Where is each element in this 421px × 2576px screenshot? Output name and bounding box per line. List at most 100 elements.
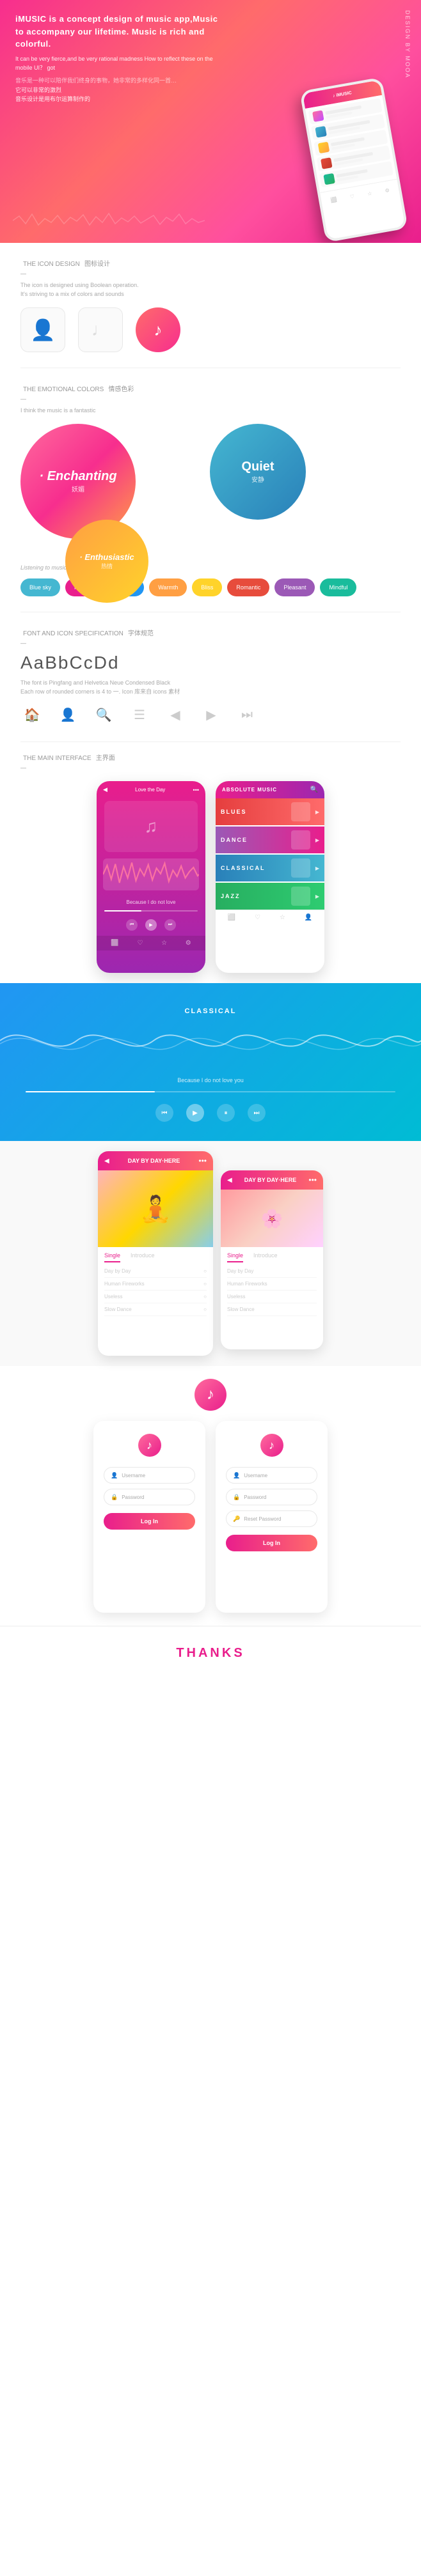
- playlist-item-1[interactable]: Day by Day ○: [104, 1265, 207, 1278]
- user-icon-2: 👤: [233, 1472, 240, 1479]
- day2-hero-image: 🌸: [221, 1190, 323, 1247]
- search-icon[interactable]: 🔍: [310, 786, 318, 793]
- big-next-button[interactable]: ⏭: [248, 1104, 266, 1122]
- list-nav-star[interactable]: ☆: [280, 914, 285, 921]
- player-controls: ⏮ ▶ ⏭: [97, 914, 205, 936]
- day2-tab-single[interactable]: Single: [227, 1252, 243, 1262]
- day-header-2: ◀ DAY BY DAY·HERE •••: [221, 1170, 323, 1190]
- login1-note-icon: ♪: [147, 1439, 152, 1452]
- day2-dots-icon[interactable]: •••: [308, 1175, 317, 1184]
- song-title-2: Human Fireworks: [104, 1281, 145, 1287]
- big-pause-button[interactable]: ⏸: [217, 1104, 235, 1122]
- genre-dance-label: DANCE: [221, 837, 248, 843]
- blues-thumb: [291, 802, 310, 821]
- login-button-1[interactable]: Log In: [104, 1513, 195, 1530]
- player-menu-icon[interactable]: •••: [193, 787, 199, 793]
- hero-waveform: [13, 211, 205, 230]
- phone-pair: ◀ DAY BY DAY·HERE ••• 🧘 Single Introduce…: [13, 1151, 408, 1356]
- jazz-thumb: [291, 887, 310, 906]
- big-player-title: CLASSICAL: [0, 1002, 421, 1015]
- icon-design-sub: —: [20, 270, 401, 277]
- genre-classical[interactable]: CLASSICAL: [216, 855, 324, 881]
- day-header-1: ◀ DAY BY DAY·HERE •••: [98, 1151, 213, 1170]
- hero-section: iMUSIC is a concept design of music app,…: [0, 0, 421, 243]
- day-tabs: Single Introduce: [98, 1247, 213, 1262]
- song-title-4: Slow Dance: [104, 1307, 132, 1312]
- password-placeholder: Password: [122, 1494, 144, 1500]
- icon-design-desc2: It's striving to a mix of colors and sou…: [20, 291, 401, 297]
- username-input-2[interactable]: 👤 Username: [226, 1467, 317, 1484]
- nav-heart-icon[interactable]: ♡: [137, 940, 143, 947]
- nav-home-icon[interactable]: ⬜: [111, 940, 118, 947]
- day-screen-1: ◀ DAY BY DAY·HERE ••• 🧘 Single Introduce…: [98, 1151, 213, 1356]
- login-logo-icon: ♪: [195, 1379, 226, 1411]
- icon-design-desc1: The icon is designed using Boolean opera…: [20, 282, 401, 288]
- circles-container: · Enchanting 妖媚 · Enthusiastic 热情 Quiet …: [20, 424, 401, 552]
- nav-settings-icon[interactable]: ⚙: [186, 940, 191, 947]
- nav-star-icon[interactable]: ☆: [161, 940, 167, 947]
- lock-icon: 🔒: [111, 1494, 118, 1501]
- player-title: Love the Day: [107, 787, 193, 793]
- playlist-item-4[interactable]: Slow Dance ○: [104, 1303, 207, 1316]
- day2-item-2[interactable]: Human Fireworks: [227, 1278, 317, 1291]
- album-art: ♫: [104, 801, 198, 852]
- day2-playlist: Day by Day Human Fireworks Useless Slow …: [221, 1262, 323, 1319]
- user-icon: 👤: [111, 1472, 118, 1479]
- list-nav-heart[interactable]: ♡: [255, 914, 260, 921]
- day2-item-4[interactable]: Slow Dance: [227, 1303, 317, 1316]
- day-hero-image: 🧘: [98, 1170, 213, 1247]
- day-dots-icon[interactable]: •••: [198, 1156, 207, 1165]
- day2-item-3[interactable]: Useless: [227, 1291, 317, 1303]
- password-input-1[interactable]: 🔒 Password: [104, 1489, 195, 1505]
- player-back-icon[interactable]: ◀: [103, 786, 107, 793]
- genre-jazz-label: JAZZ: [221, 893, 241, 899]
- big-player-progress-bar[interactable]: [26, 1091, 395, 1092]
- hero-phone: ♪ iMUSIC: [261, 19, 415, 243]
- playlist-item-2[interactable]: Human Fireworks ○: [104, 1278, 207, 1291]
- emotional-colors-section: THE EMOTIONAL COLORS 情感色彩 — I think the …: [0, 368, 421, 612]
- icon-design-title-cn: 图标设计: [84, 261, 110, 268]
- icon-design-title: THE ICON DESIGN 图标设计: [20, 258, 401, 268]
- player-progress[interactable]: [104, 910, 198, 912]
- day-screen-2: ◀ DAY BY DAY·HERE ••• 🌸 Single Introduce…: [221, 1170, 323, 1349]
- spec-icon-person: 👤: [56, 703, 79, 726]
- username-input-1[interactable]: 👤 Username: [104, 1467, 195, 1484]
- color-tag-mindful: Mindful: [320, 578, 356, 596]
- interface-title-cn: 主界面: [96, 755, 115, 762]
- list-nav-home[interactable]: ⬜: [228, 914, 235, 921]
- day2-back-icon[interactable]: ◀: [227, 1177, 232, 1184]
- list-header-title: ABSOLUTE MUSIC: [222, 787, 277, 793]
- enthusiastic-label-cn: 热情: [101, 562, 113, 570]
- reset-input[interactable]: 🔑 Reset Password: [226, 1510, 317, 1527]
- prev-button[interactable]: ⏮: [126, 919, 138, 931]
- playlist-item-3[interactable]: Useless ○: [104, 1291, 207, 1303]
- song-duration-3: ○: [203, 1294, 207, 1300]
- login-button-2[interactable]: Log In: [226, 1535, 317, 1551]
- login2-note-icon: ♪: [269, 1439, 274, 1452]
- genre-list-screen: ABSOLUTE MUSIC 🔍 BLUES DANCE CLASSICAL J…: [216, 781, 324, 973]
- player-bottom-nav: ⬜ ♡ ☆ ⚙: [97, 936, 205, 950]
- hero-cn-3: 音乐设计是用布尔运算制作的: [15, 95, 220, 104]
- list-nav-person[interactable]: 👤: [305, 914, 312, 921]
- day-by-day-section: ◀ DAY BY DAY·HERE ••• 🧘 Single Introduce…: [0, 1141, 421, 1366]
- big-prev-button[interactable]: ⏮: [155, 1104, 173, 1122]
- day2-song-4: Slow Dance: [227, 1307, 255, 1312]
- genre-blues[interactable]: BLUES: [216, 798, 324, 825]
- day2-song-2: Human Fireworks: [227, 1281, 267, 1287]
- day-back-icon[interactable]: ◀: [104, 1158, 109, 1165]
- album-art-icon: ♫: [145, 816, 158, 837]
- tab-single[interactable]: Single: [104, 1252, 120, 1262]
- play-button[interactable]: ▶: [145, 919, 157, 931]
- big-play-button[interactable]: ▶: [186, 1104, 204, 1122]
- genre-dance[interactable]: DANCE: [216, 826, 324, 853]
- genre-jazz[interactable]: JAZZ: [216, 883, 324, 910]
- login-screen-1: ♪ 👤 Username 🔒 Password Log In: [93, 1421, 205, 1613]
- next-button[interactable]: ⏭: [164, 919, 176, 931]
- font-spec-title: FONT AND ICON SPECIFICATION 字体规范: [20, 628, 401, 637]
- day2-item-1[interactable]: Day by Day: [227, 1265, 317, 1278]
- tab-introduce[interactable]: Introduce: [131, 1252, 155, 1262]
- password-input-2[interactable]: 🔒 Password: [226, 1489, 317, 1505]
- day2-tab-introduce[interactable]: Introduce: [253, 1252, 278, 1262]
- password-placeholder-2: Password: [244, 1494, 266, 1500]
- color-tag-romantic: Romantic: [227, 578, 269, 596]
